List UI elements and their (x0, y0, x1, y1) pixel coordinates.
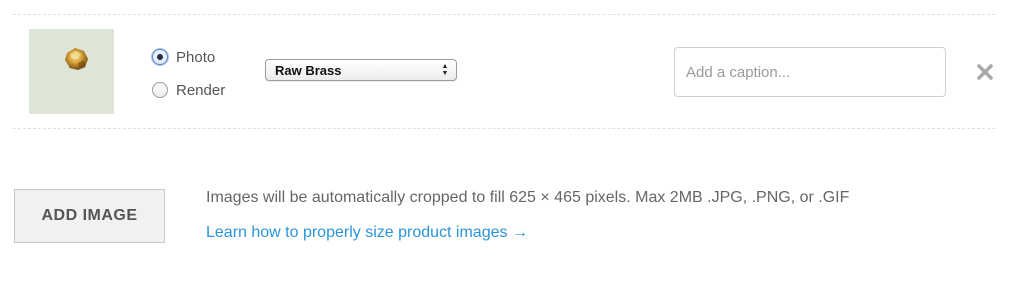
updown-arrows-icon: ▲ ▼ (441, 63, 449, 77)
image-row: Photo Render Raw Brass ▲ ▼ (0, 15, 1024, 128)
add-image-button[interactable]: ADD IMAGE (14, 189, 165, 243)
divider (13, 128, 995, 129)
image-size-info: Images will be automatically cropped to … (206, 189, 850, 206)
radio-photo[interactable]: Photo (152, 45, 252, 69)
image-type-radio-group: Photo Render (152, 45, 252, 102)
caption-input[interactable] (674, 47, 946, 97)
material-select[interactable]: Raw Brass ▲ ▼ (265, 59, 457, 81)
image-uploader: Photo Render Raw Brass ▲▼ ADD IMAGE Imag… (0, 0, 1024, 287)
radio-photo-button[interactable] (152, 49, 168, 65)
size-help-link[interactable]: Learn how to properly size product image… (206, 224, 528, 242)
material-select-value: Raw Brass (275, 62, 342, 78)
close-x-icon (977, 64, 993, 80)
radio-render-button[interactable] (152, 82, 168, 98)
remove-image-button[interactable] (974, 61, 996, 83)
gold-nugget-image (65, 48, 88, 70)
radio-render[interactable]: Render (152, 78, 252, 102)
product-thumbnail[interactable] (29, 29, 114, 114)
radio-photo-label: Photo (176, 48, 216, 66)
radio-render-label: Render (176, 81, 226, 99)
